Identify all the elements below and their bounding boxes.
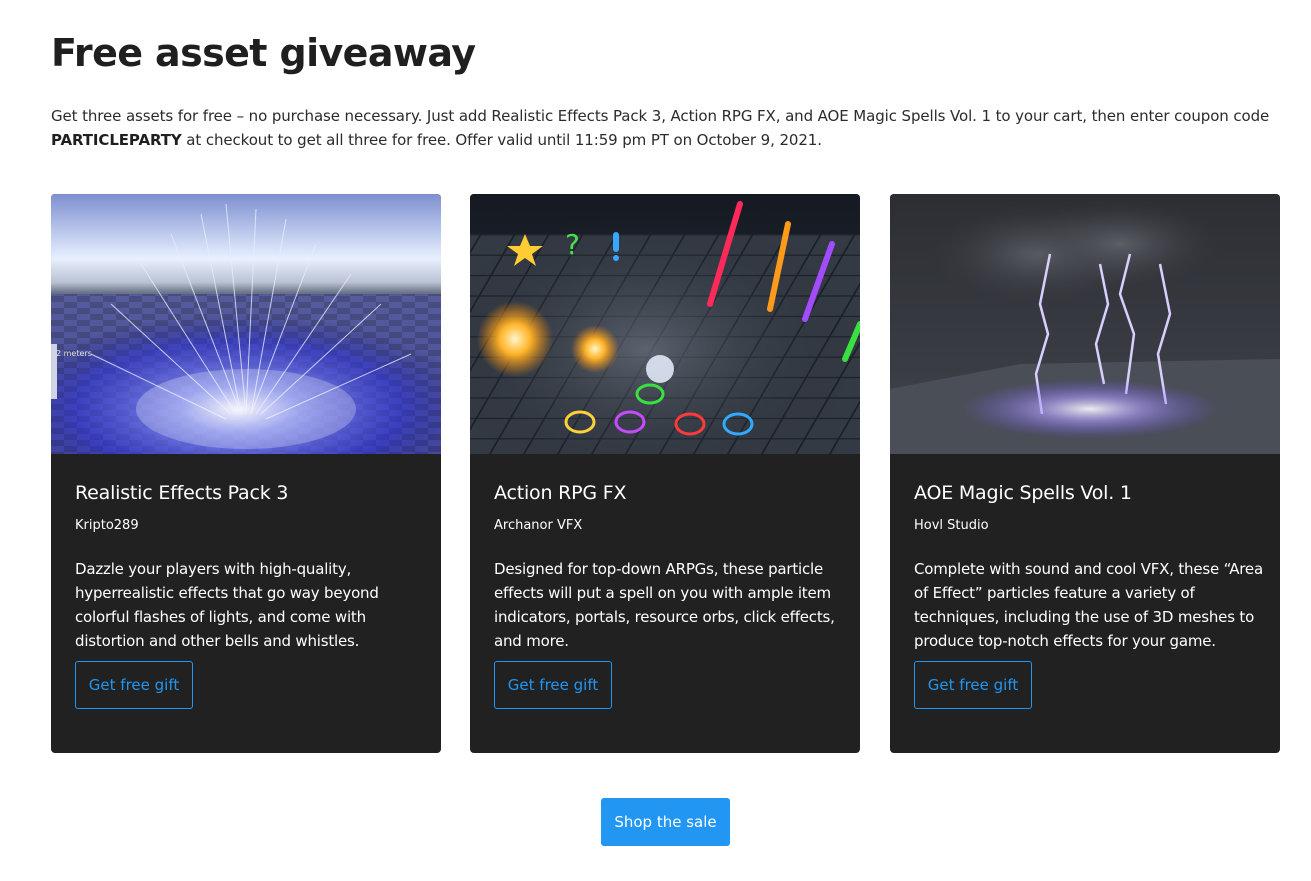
intro-text-end: at checkout to get all three for free. O… — [181, 131, 822, 149]
card-title: Realistic Effects Pack 3 — [75, 482, 289, 504]
card-description: Dazzle your players with high-quality, h… — [75, 560, 379, 650]
card-publisher: Kripto289 — [75, 518, 139, 533]
get-free-gift-button[interactable]: Get free gift — [914, 661, 1032, 709]
card-title: AOE Magic Spells Vol. 1 — [914, 482, 1132, 504]
get-free-gift-button[interactable]: Get free gift — [75, 661, 193, 709]
card-title: Action RPG FX — [494, 482, 627, 504]
aoe-magic-spells-image — [890, 194, 1280, 454]
scale-label: 2 meters — [56, 349, 92, 358]
asset-card-realistic-effects: 2 meters Realistic Effects Pack 3 Kripto… — [51, 194, 441, 753]
svg-text:?: ? — [565, 228, 580, 261]
realistic-effects-image: 2 meters — [51, 194, 441, 454]
intro-text-start: Get three assets for free – no purchase … — [51, 107, 1270, 125]
coupon-code: PARTICLEPARTY — [51, 131, 182, 149]
card-publisher: Archanor VFX — [494, 518, 583, 533]
asset-card-aoe-magic-spells: AOE Magic Spells Vol. 1 Hovl Studio Comp… — [890, 194, 1280, 753]
shop-the-sale-button[interactable]: Shop the sale — [601, 798, 730, 846]
card-publisher: Hovl Studio — [914, 518, 989, 533]
action-rpg-fx-image: ? — [470, 194, 860, 454]
get-free-gift-button[interactable]: Get free gift — [494, 661, 612, 709]
card-description: Designed for top-down ARPGs, these parti… — [494, 560, 835, 650]
asset-card-action-rpg-fx: ? Action RPG FX Archanor VFX Designed fo… — [470, 194, 860, 753]
intro-text: Get three assets for free – no purchase … — [51, 104, 1276, 152]
card-description: Complete with sound and cool VFX, these … — [914, 560, 1263, 650]
page-title: Free asset giveaway — [51, 31, 476, 75]
